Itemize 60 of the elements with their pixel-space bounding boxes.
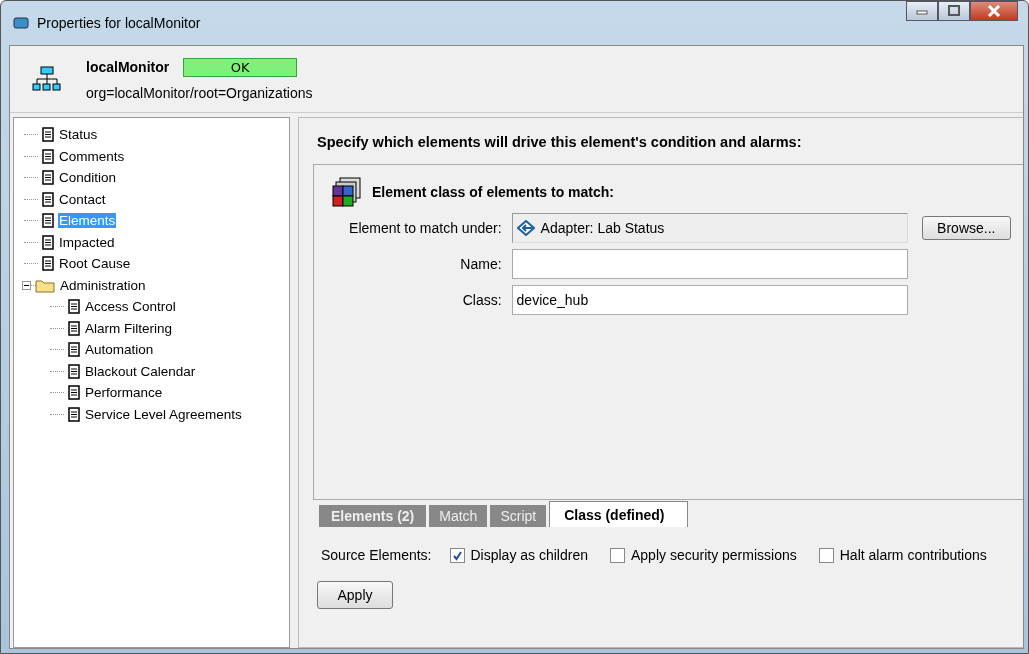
source-elements-label: Source Elements: [321, 547, 432, 563]
close-button[interactable] [970, 1, 1018, 21]
tree-item[interactable]: Root Cause [58, 256, 132, 272]
browse-button[interactable]: Browse... [921, 216, 1011, 240]
document-icon [42, 127, 54, 143]
element-path: org=localMonitor/root=Organizations [86, 84, 313, 101]
collapse-toggle-icon[interactable] [22, 280, 31, 290]
window-title: Properties for localMonitor [37, 15, 201, 31]
minimize-icon [915, 7, 929, 15]
tree-item[interactable]: Impacted [58, 234, 116, 250]
checkbox-label: Display as children [470, 547, 588, 563]
network-hierarchy-icon [32, 65, 62, 93]
document-icon [68, 406, 80, 422]
tree-item[interactable]: Access Control [84, 299, 177, 315]
field-label: Class: [461, 292, 502, 308]
document-icon [68, 342, 80, 358]
element-name: localMonitor [86, 59, 170, 75]
tree-item[interactable]: Condition [58, 170, 118, 186]
tree-item[interactable]: Alarm Filtering [84, 320, 174, 336]
adapter-icon [516, 220, 535, 236]
tree-item[interactable]: Contact [58, 191, 107, 207]
document-icon [68, 299, 80, 315]
document-icon [42, 234, 54, 250]
document-icon [68, 363, 80, 379]
checkbox[interactable] [449, 547, 465, 563]
field-label: Element to match under: [348, 220, 502, 236]
folder-icon [35, 277, 55, 293]
document-icon [68, 385, 80, 401]
maximize-icon [947, 5, 961, 17]
minimize-button[interactable] [906, 1, 938, 21]
tree-item[interactable]: Comments [58, 148, 126, 164]
checkbox-label: Halt alarm contributions [839, 547, 987, 563]
document-icon [42, 213, 54, 229]
tree-item[interactable]: Status [58, 127, 99, 143]
tree-item[interactable]: Performance [84, 385, 164, 401]
match-under-field[interactable]: Adapter: Lab Status [511, 213, 908, 243]
panel-heading: Specify which elements will drive this element's condition and alarms: [316, 133, 803, 152]
tree-item[interactable]: Service Level Agreements [84, 406, 243, 422]
tree-item[interactable]: Blackout Calendar [84, 363, 197, 379]
close-icon [987, 5, 1001, 17]
apply-button[interactable]: Apply [317, 581, 393, 609]
stacked-windows-icon [332, 177, 362, 207]
class-input[interactable]: device_hub [511, 285, 908, 315]
document-icon [42, 191, 54, 207]
maximize-button[interactable] [938, 1, 970, 21]
tree-item[interactable]: Administration [59, 277, 147, 293]
document-icon [68, 320, 80, 336]
checkbox[interactable] [818, 547, 834, 563]
group-title: Element class of elements to match: [372, 184, 614, 200]
status-indicator: OK [183, 57, 298, 77]
window-icon [13, 17, 29, 29]
tree-item[interactable]: Automation [84, 342, 155, 358]
field-label: Name: [459, 256, 502, 272]
checkbox-label: Apply security permissions [631, 547, 797, 563]
document-icon [42, 148, 54, 164]
document-icon [42, 256, 54, 272]
checkbox[interactable] [610, 547, 625, 563]
tab[interactable]: Class (defined) [549, 501, 688, 527]
document-icon [42, 170, 54, 186]
name-input[interactable] [511, 249, 908, 279]
